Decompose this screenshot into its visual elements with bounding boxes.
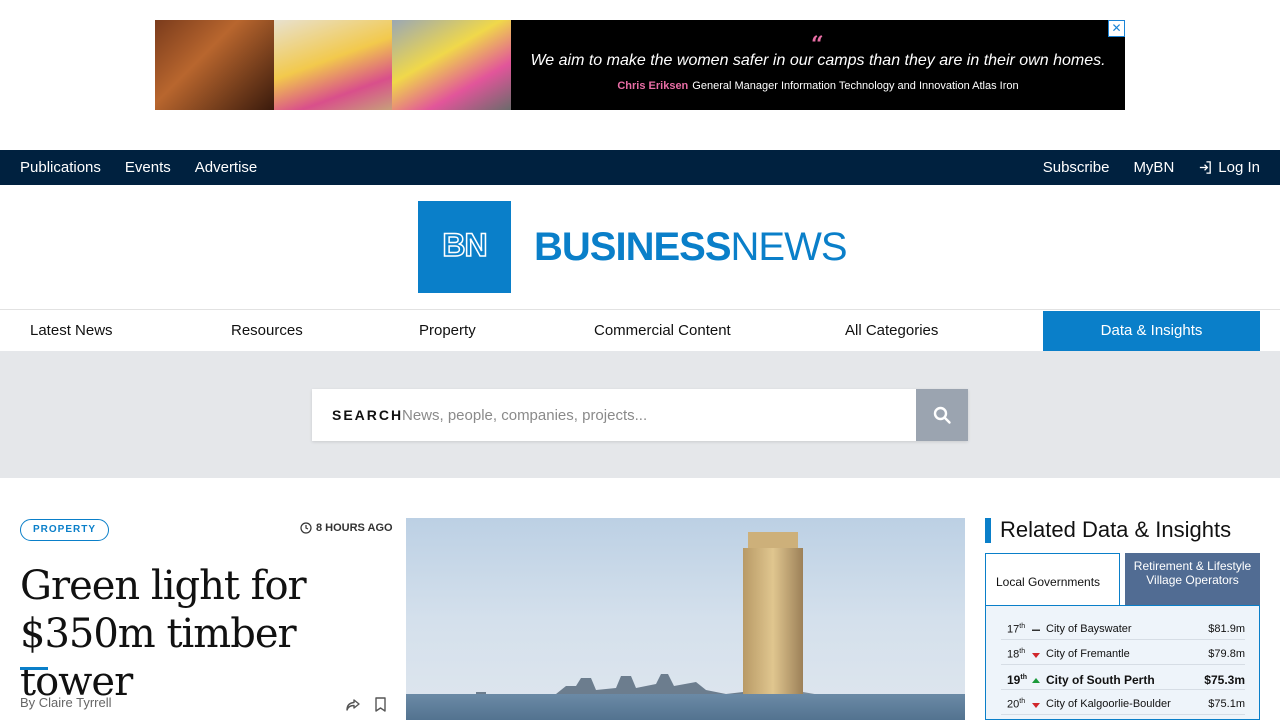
rank-number: 19th [1007, 673, 1027, 687]
search-band: SEARCH [0, 351, 1280, 478]
article-hero-image[interactable] [406, 518, 965, 720]
rank-number: 18th [1007, 648, 1026, 661]
ad-credit-role: General Manager Information Technology a… [692, 80, 1019, 92]
rank-number: 17th [1007, 623, 1026, 636]
bookmark-icon[interactable] [374, 697, 387, 712]
article-time-label: 8 HOURS AGO [316, 522, 393, 534]
ad-close-icon[interactable]: ✕ [1108, 20, 1125, 37]
search-box: SEARCH [312, 389, 968, 441]
river-water [406, 694, 965, 720]
top-nav-right: Subscribe MyBN Log In [1043, 150, 1260, 185]
no-change-icon [1032, 629, 1040, 631]
ranking-row[interactable]: 17th City of Bayswater $81.9m [1001, 615, 1245, 640]
ad-photo [273, 20, 393, 110]
ranking-row[interactable]: 18th City of Fremantle $79.8m [1001, 640, 1245, 665]
logo-wordmark[interactable]: BUSINESSNEWS [534, 225, 848, 269]
logo-word-light: NEWS [730, 225, 848, 269]
category-badge[interactable]: PROPERTY [20, 519, 110, 541]
ad-photo [392, 20, 512, 110]
ad-headline: We aim to make the women safer in our ca… [530, 52, 1106, 69]
rank-number: 20th [1007, 698, 1026, 711]
share-icon[interactable] [345, 697, 361, 713]
nav-publications[interactable]: Publications [20, 159, 101, 176]
logo-mark-text: BN [442, 226, 489, 264]
nav-property[interactable]: Property [419, 311, 476, 351]
search-button[interactable] [916, 389, 968, 441]
top-nav-left: Publications Events Advertise [20, 150, 257, 185]
nav-commercial-content[interactable]: Commercial Content [594, 311, 731, 351]
trend-up-icon [1032, 678, 1040, 683]
login-icon [1200, 161, 1212, 174]
nav-data-insights[interactable]: Data & Insights [1043, 311, 1260, 351]
ranking-row-current[interactable]: 19th City of South Perth $75.3m [1001, 665, 1245, 690]
entity-value: $81.9m [1208, 623, 1245, 635]
entity-value: $75.1m [1208, 698, 1245, 710]
ad-credit: Chris Eriksen General Manager Information… [511, 80, 1125, 92]
entity-name: City of Bayswater [1046, 623, 1132, 635]
ad-photo [155, 20, 274, 110]
login-link[interactable]: Log In [1198, 159, 1260, 176]
nav-resources[interactable]: Resources [231, 311, 303, 351]
related-accent-bar [985, 518, 991, 543]
headline-divider [20, 667, 48, 670]
entity-value: $75.3m [1204, 673, 1245, 687]
ranking-row[interactable]: 20th City of Kalgoorlie-Boulder $75.1m [1001, 690, 1245, 715]
entity-name: City of South Perth [1046, 673, 1155, 687]
nav-advertise[interactable]: Advertise [195, 159, 258, 176]
ad-photo-strip [155, 20, 512, 110]
entity-name: City of Kalgoorlie-Boulder [1046, 698, 1171, 710]
clock-icon [300, 522, 312, 534]
nav-subscribe[interactable]: Subscribe [1043, 159, 1110, 176]
nav-mybn[interactable]: MyBN [1133, 159, 1174, 176]
article-byline[interactable]: By Claire Tyrrell [20, 695, 112, 710]
ad-banner[interactable]: “ We aim to make the women safer in our … [155, 20, 1125, 110]
trend-down-icon [1032, 653, 1040, 658]
search-icon [933, 406, 951, 424]
tab-retirement-operators[interactable]: Retirement & Lifestyle Village Operators [1125, 553, 1260, 606]
ad-credit-name: Chris Eriksen [617, 80, 689, 92]
top-navbar: Publications Events Advertise Subscribe … [0, 150, 1280, 185]
related-title: Related Data & Insights [1000, 517, 1232, 542]
article-time: 8 HOURS AGO [300, 522, 393, 534]
logo-header: BN BUSINESSNEWS [0, 185, 1280, 310]
nav-latest-news[interactable]: Latest News [30, 311, 113, 351]
search-label: SEARCH [332, 407, 404, 423]
search-input[interactable] [402, 403, 902, 427]
login-label: Log In [1218, 159, 1260, 176]
article-headline[interactable]: Green light for $350m timber tower [20, 562, 400, 706]
logo-word-bold: BUSINESS [534, 225, 731, 269]
nav-events[interactable]: Events [125, 159, 171, 176]
nav-all-categories[interactable]: All Categories [845, 311, 938, 351]
trend-down-icon [1032, 703, 1040, 708]
entity-name: City of Fremantle [1046, 648, 1130, 660]
entity-value: $79.8m [1208, 648, 1245, 660]
logo-mark[interactable]: BN [418, 201, 511, 293]
tab-local-governments[interactable]: Local Governments [985, 553, 1120, 606]
main-navbar: Latest News Resources Property Commercia… [0, 311, 1280, 351]
